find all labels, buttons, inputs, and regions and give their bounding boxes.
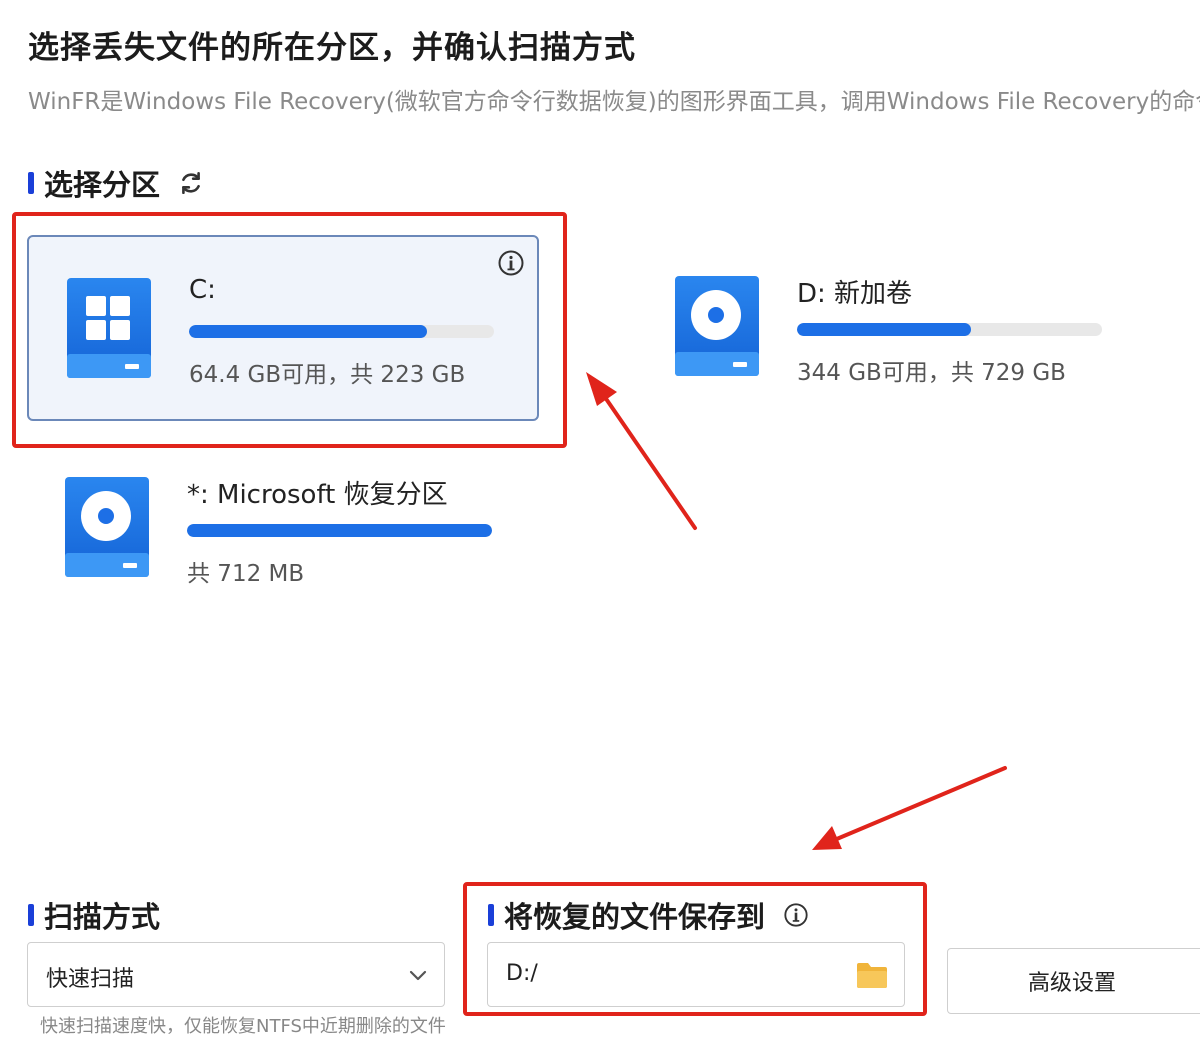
partition-usage-text: 共 712 MB bbox=[187, 561, 305, 587]
advanced-settings-button[interactable]: 高级设置 bbox=[947, 948, 1200, 1014]
scan-section-heading: 扫描方式 bbox=[28, 894, 160, 936]
partition-card-d[interactable]: D: 新加卷 344 GB可用，共 729 GB bbox=[637, 235, 1149, 421]
partition-section-heading: 选择分区 bbox=[28, 162, 204, 204]
annotation-box-partition bbox=[12, 212, 567, 448]
partition-usage-bar bbox=[797, 323, 1102, 336]
annotation-arrow-save bbox=[812, 766, 1007, 850]
partition-usage-bar bbox=[187, 524, 492, 537]
partition-name: *: Microsoft 恢复分区 bbox=[187, 480, 448, 510]
partition-usage-fill bbox=[797, 323, 971, 336]
disk-drive-icon bbox=[65, 477, 149, 577]
section-accent-bar bbox=[28, 172, 34, 194]
scan-heading-label: 扫描方式 bbox=[44, 900, 161, 934]
partition-usage-fill bbox=[187, 524, 492, 537]
scan-method-value: 快速扫描 bbox=[46, 967, 135, 992]
chevron-down-icon bbox=[409, 970, 427, 981]
partition-usage-text: 344 GB可用，共 729 GB bbox=[797, 360, 1066, 386]
refresh-icon[interactable] bbox=[178, 170, 204, 196]
partition-heading-label: 选择分区 bbox=[44, 168, 161, 202]
scan-method-select[interactable]: 快速扫描 bbox=[27, 942, 445, 1007]
scan-hint-text: 快速扫描速度快，仅能恢复NTFS中近期删除的文件 bbox=[40, 1016, 446, 1037]
partition-name: D: 新加卷 bbox=[797, 279, 913, 309]
annotation-box-save-path bbox=[463, 882, 927, 1016]
page-title: 选择丢失文件的所在分区，并确认扫描方式 bbox=[28, 30, 636, 66]
disk-drive-icon bbox=[675, 276, 759, 376]
section-accent-bar bbox=[28, 904, 34, 926]
partition-card-recovery[interactable]: *: Microsoft 恢复分区 共 712 MB bbox=[27, 436, 539, 622]
page-subtitle: WinFR是Windows File Recovery(微软官方命令行数据恢复)… bbox=[28, 89, 1200, 115]
